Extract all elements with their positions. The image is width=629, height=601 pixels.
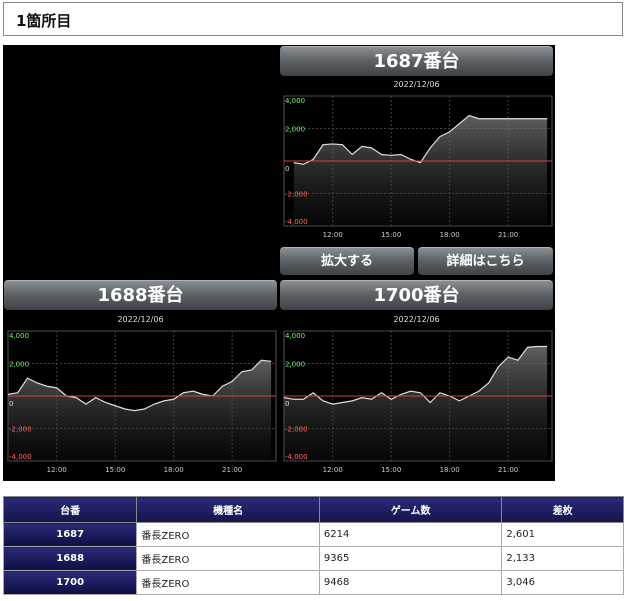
table-row[interactable]: 1687 番長ZERO 6214 2,601 xyxy=(2,522,624,547)
y-tick-label: -2,000 xyxy=(285,426,308,434)
table-header-row: 台番 機種名 ゲーム数 差枚 xyxy=(2,496,624,523)
y-tick-label: -4,000 xyxy=(285,218,308,226)
row-number[interactable]: 1687 xyxy=(2,522,138,547)
x-tick-label: 21:00 xyxy=(498,231,518,239)
chart-title-1700: 1700番台 xyxy=(280,280,553,310)
row-diff: 2,133 xyxy=(501,546,624,571)
table-row[interactable]: 1688 番長ZERO 9365 2,133 xyxy=(2,546,624,571)
page-title: 1箇所目 xyxy=(16,12,72,30)
y-tick-label: 4,000 xyxy=(285,97,305,105)
x-tick-label: 15:00 xyxy=(381,231,401,239)
y-tick-label: -2,000 xyxy=(285,191,308,199)
y-tick-label: -2,000 xyxy=(9,426,32,434)
y-tick-label: 2,000 xyxy=(9,361,29,369)
y-tick-label: 0 xyxy=(285,400,289,408)
x-tick-label: 18:00 xyxy=(440,466,460,474)
x-tick-label: 18:00 xyxy=(440,231,460,239)
row-number[interactable]: 1700 xyxy=(2,570,138,595)
chart-1700: 4,000 2,000 0 -2,000 -4,000 12:00 15:00 18:00 21… xyxy=(283,330,553,474)
charts-panel: 1687番台 2022/12/06 4,000 2,000 0 -2,000 -4,00… xyxy=(3,45,555,481)
chart-title-1687: 1687番台 xyxy=(280,46,553,76)
y-tick-label: 0 xyxy=(9,400,13,408)
video-area xyxy=(3,45,278,277)
x-tick-label: 12:00 xyxy=(323,466,343,474)
zoom-button[interactable]: 拡大する xyxy=(280,247,414,275)
row-number[interactable]: 1688 xyxy=(2,546,138,571)
row-games: 9468 xyxy=(318,570,503,595)
col-number: 台番 xyxy=(2,496,138,523)
chart-1687: 4,000 2,000 0 -2,000 -4,000 12:00 15:00 18:00 21… xyxy=(283,95,553,239)
chart-1688: 4,000 2,000 0 -2,000 -4,000 12:00 15:00 18:00 21… xyxy=(7,330,277,474)
chart-title-1688: 1688番台 xyxy=(4,280,277,310)
col-games: ゲーム数 xyxy=(318,496,503,523)
y-tick-label: -4,000 xyxy=(285,453,308,461)
y-tick-label: 2,000 xyxy=(285,126,305,134)
machine-table: 台番 機種名 ゲーム数 差枚 1687 番長ZERO 6214 2,601 16… xyxy=(2,496,624,595)
row-games: 6214 xyxy=(318,522,503,547)
row-model: 番長ZERO xyxy=(136,570,320,595)
x-tick-label: 18:00 xyxy=(164,466,184,474)
y-tick-label: -4,000 xyxy=(9,453,32,461)
x-tick-label: 21:00 xyxy=(222,466,242,474)
row-model: 番長ZERO xyxy=(136,546,320,571)
table-row[interactable]: 1700 番長ZERO 9468 3,046 xyxy=(2,570,624,595)
detail-button[interactable]: 詳細はこちら xyxy=(418,247,553,275)
row-diff: 3,046 xyxy=(501,570,624,595)
x-tick-label: 21:00 xyxy=(498,466,518,474)
x-tick-label: 15:00 xyxy=(105,466,125,474)
y-tick-label: 4,000 xyxy=(9,332,29,340)
chart-date-1688: 2022/12/06 xyxy=(117,315,164,324)
row-diff: 2,601 xyxy=(501,522,624,547)
x-tick-label: 12:00 xyxy=(323,231,343,239)
y-tick-label: 4,000 xyxy=(285,332,305,340)
chart-date-1700: 2022/12/06 xyxy=(393,315,440,324)
y-tick-label: 2,000 xyxy=(285,361,305,369)
row-model: 番長ZERO xyxy=(136,522,320,547)
row-games: 9365 xyxy=(318,546,503,571)
page-header: 1箇所目 xyxy=(3,2,623,36)
col-model: 機種名 xyxy=(136,496,320,523)
chart-date-1687: 2022/12/06 xyxy=(393,80,440,89)
x-tick-label: 12:00 xyxy=(47,466,67,474)
x-tick-label: 15:00 xyxy=(381,466,401,474)
y-tick-label: 0 xyxy=(285,165,289,173)
col-diff: 差枚 xyxy=(501,496,624,523)
